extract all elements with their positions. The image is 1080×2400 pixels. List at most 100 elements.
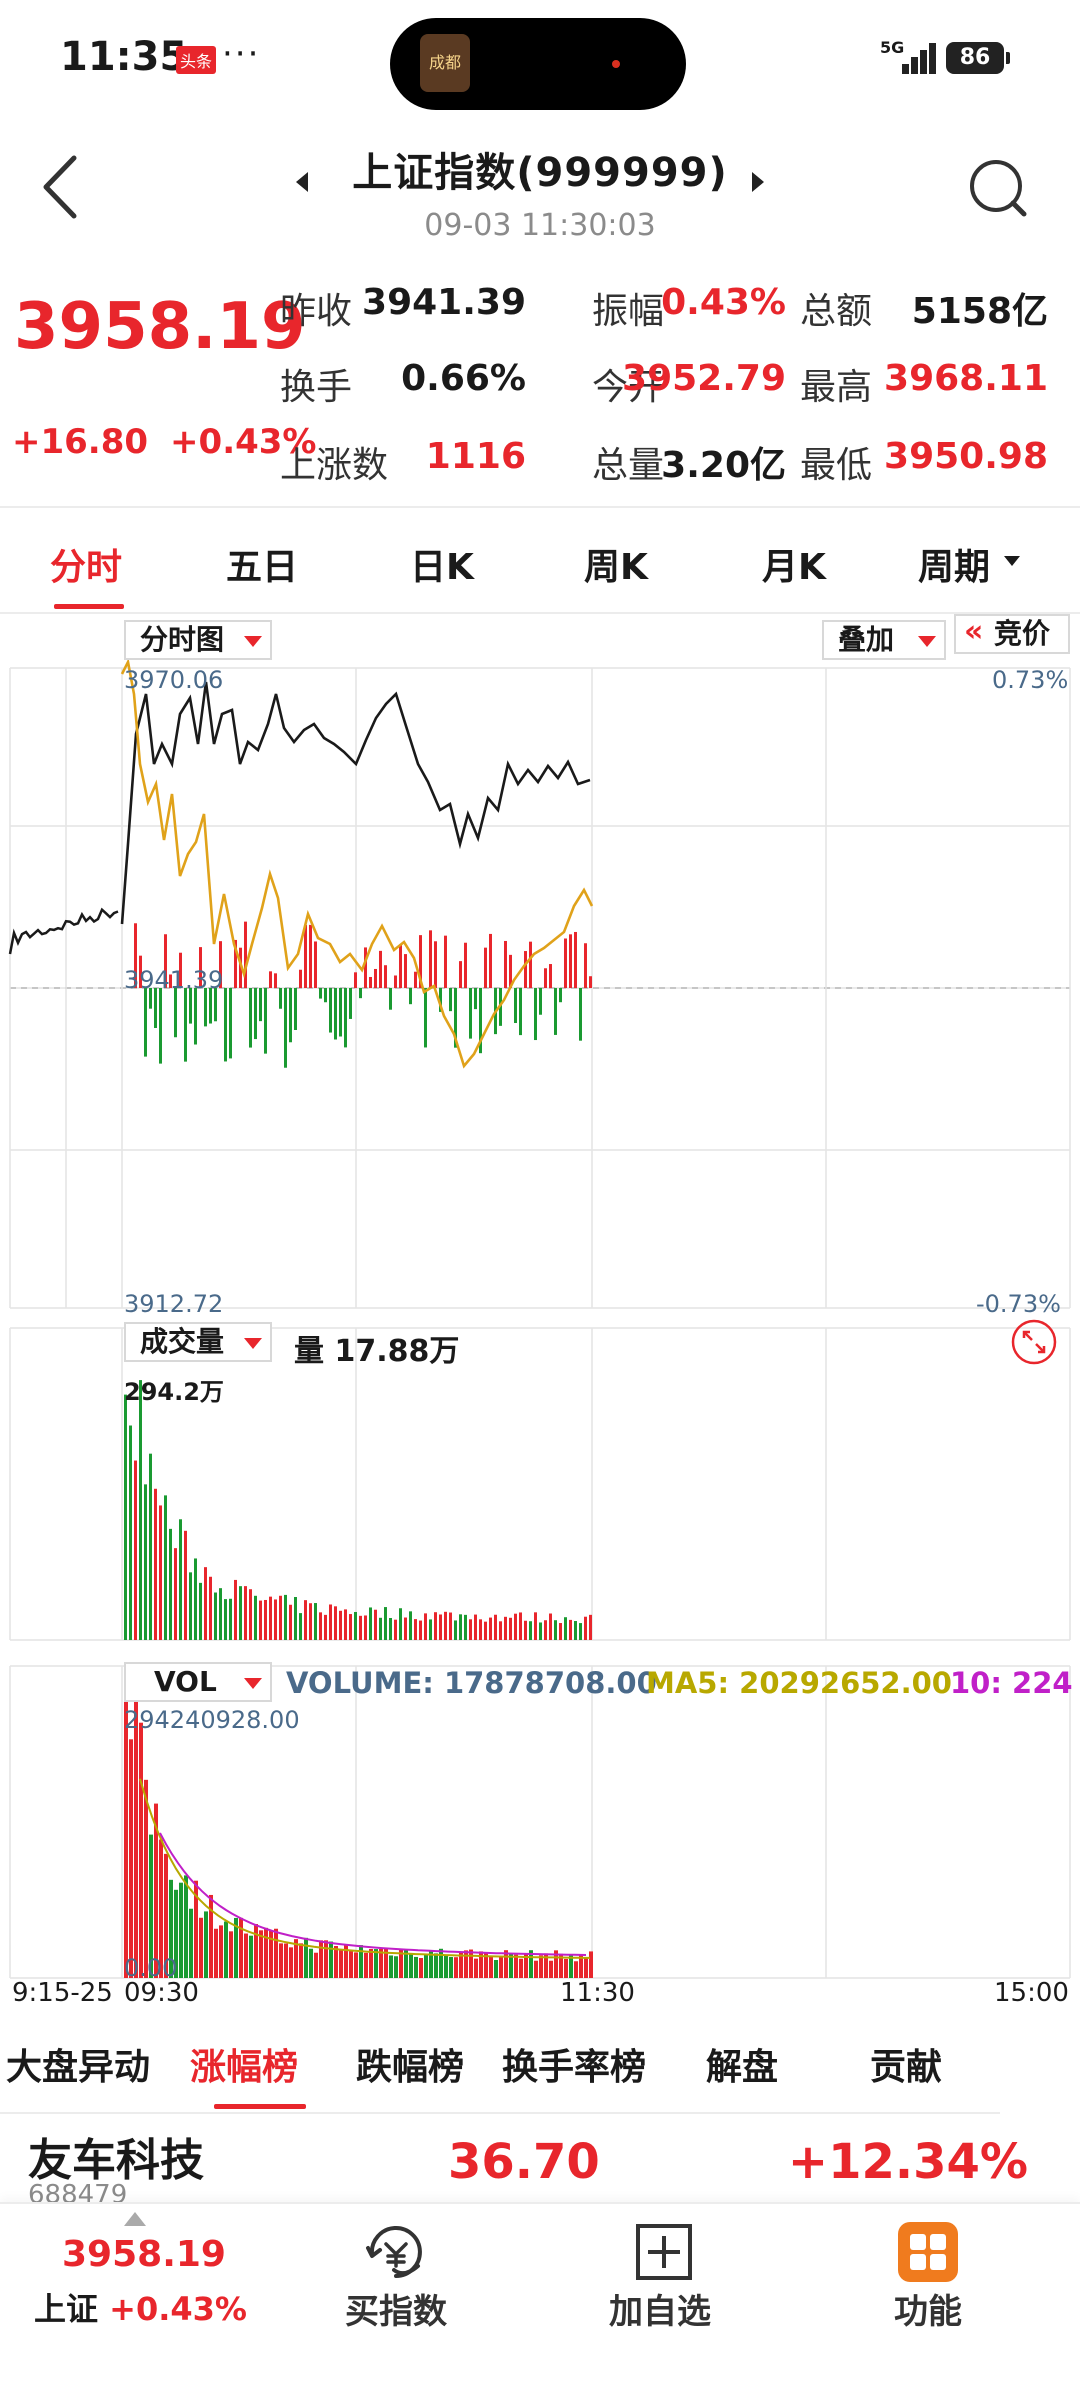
period-tab[interactable]: 月K <box>762 538 826 590</box>
vol-up-bar <box>419 1958 423 1978</box>
period-tab[interactable]: 五日 <box>226 538 298 590</box>
breadth-up-bar <box>489 933 492 988</box>
breadth-down-bar <box>284 988 287 1068</box>
vol-up-bar <box>334 1946 338 1978</box>
volume-down-bar <box>224 1599 227 1640</box>
board-tab[interactable]: 换手率榜 <box>502 2038 646 2090</box>
volume-selector[interactable]: 成交量 <box>124 1322 272 1362</box>
stat-value: 5158亿 <box>911 291 1048 332</box>
breadth-up-bar <box>459 961 462 988</box>
volume-up-bar <box>319 1612 322 1640</box>
vol-up-bar <box>489 1956 493 1978</box>
indicator-selector[interactable]: VOL <box>124 1662 272 1702</box>
volume-up-bar <box>159 1505 162 1640</box>
volume-down-bar <box>169 1528 172 1640</box>
volume-up-bar <box>544 1620 547 1640</box>
vol-up-bar <box>534 1960 538 1978</box>
breadth-up-bar <box>589 976 592 988</box>
volume-up-bar <box>334 1606 337 1640</box>
buy-index-label[interactable]: 买指数 <box>296 2284 496 2333</box>
vol-up-bar <box>469 1949 473 1978</box>
overlay-selector[interactable]: 叠加 <box>822 620 946 660</box>
vol-down-bar <box>359 1945 363 1978</box>
period-tab[interactable]: 分时 <box>50 538 122 590</box>
next-index-icon[interactable] <box>752 172 764 192</box>
volume-down-bar <box>194 1558 197 1640</box>
period-tab[interactable]: 周期 <box>918 538 990 590</box>
status-time: 11:35 <box>60 34 188 80</box>
function-label[interactable]: 功能 <box>828 2284 1028 2333</box>
pct-max-label: 0.73% <box>992 666 1069 694</box>
board-tab[interactable]: 贡献 <box>870 2038 942 2090</box>
vol-down-bar <box>494 1959 498 1978</box>
stat-label: 昨收 <box>280 291 353 332</box>
volume-down-bar <box>199 1582 202 1640</box>
price-max-label: 3970.06 <box>124 666 224 694</box>
function-grid-icon[interactable] <box>898 2222 958 2282</box>
vol-up-bar <box>244 1933 248 1978</box>
vol-down-bar <box>449 1957 453 1978</box>
chart-type-label: 分时图 <box>140 623 225 656</box>
price-prevclose-label: 3941.39 <box>124 966 224 994</box>
search-icon[interactable] <box>966 156 1030 220</box>
add-watchlist-icon[interactable] <box>632 2220 696 2284</box>
breadth-down-bar <box>339 988 342 1037</box>
news-badge-icon: 头条 <box>176 46 217 74</box>
breadth-down-bar <box>409 988 412 1005</box>
volume-down-bar <box>219 1588 222 1640</box>
volume-up-bar <box>559 1623 562 1640</box>
breadth-up-bar <box>244 921 247 988</box>
breadth-down-bar <box>329 988 332 1033</box>
vol-down-bar <box>179 1882 183 1978</box>
vol-up-bar <box>124 1696 128 1978</box>
volume-up-bar <box>279 1595 282 1640</box>
volume-down-bar <box>354 1611 357 1640</box>
volume-down-bar <box>529 1621 532 1640</box>
add-watchlist-label[interactable]: 加自选 <box>560 2284 760 2333</box>
breadth-down-bar <box>279 988 282 1009</box>
period-tab[interactable]: 周K <box>584 538 648 590</box>
vol-up-bar <box>354 1952 358 1978</box>
buy-index-icon[interactable] <box>364 2220 428 2284</box>
volume-up-bar <box>309 1603 312 1640</box>
volume-up-bar <box>504 1616 507 1640</box>
board-tab[interactable]: 解盘 <box>706 2038 778 2090</box>
volume-up-bar <box>349 1614 352 1640</box>
vol-up-bar <box>584 1958 588 1978</box>
breadth-down-bar <box>469 988 472 1039</box>
volume-up-bar <box>289 1604 292 1640</box>
vol-up-bar <box>549 1960 553 1978</box>
stat-label: 换手 <box>280 367 353 408</box>
volume-down-bar <box>384 1607 387 1640</box>
breadth-down-bar <box>514 988 517 1024</box>
auction-button[interactable]: « 竞价 <box>954 614 1070 654</box>
caret-up-icon[interactable] <box>124 2212 146 2226</box>
index-mini-sub: 上证 +0.43% <box>34 2284 247 2330</box>
volume-up-bar <box>339 1610 342 1640</box>
expand-icon[interactable] <box>1010 1318 1058 1366</box>
volume-down-bar <box>239 1586 242 1640</box>
board-tab[interactable]: 涨幅榜 <box>190 2038 298 2090</box>
volume-down-bar <box>459 1614 462 1640</box>
volume-down-bar <box>399 1608 402 1640</box>
period-tab[interactable]: 日K <box>410 538 474 590</box>
current-price: 3958.19 <box>14 290 306 364</box>
time-preopen: 9:15-25 <box>12 1978 113 2008</box>
stat-value: 1116 <box>425 436 526 477</box>
breadth-down-bar <box>264 988 267 1054</box>
breadth-up-bar <box>569 934 572 988</box>
active-tab-underline <box>54 604 124 609</box>
board-tab[interactable]: 大盘异动 <box>6 2038 150 2090</box>
breadth-up-bar <box>364 947 367 988</box>
vol-up-bar <box>539 1955 543 1978</box>
stat-label: 最低 <box>800 445 873 486</box>
board-tab[interactable]: 跌幅榜 <box>356 2038 464 2090</box>
chart-type-selector[interactable]: 分时图 <box>124 620 272 660</box>
breadth-down-bar <box>359 988 362 999</box>
island-app-thumbnail: 成都 <box>420 34 470 92</box>
vol-up-bar <box>299 1943 303 1978</box>
volume-down-bar <box>564 1617 567 1640</box>
auction-label: 竞价 <box>994 617 1051 650</box>
breadth-down-bar <box>344 988 347 1048</box>
volume-down-bar <box>379 1617 382 1640</box>
